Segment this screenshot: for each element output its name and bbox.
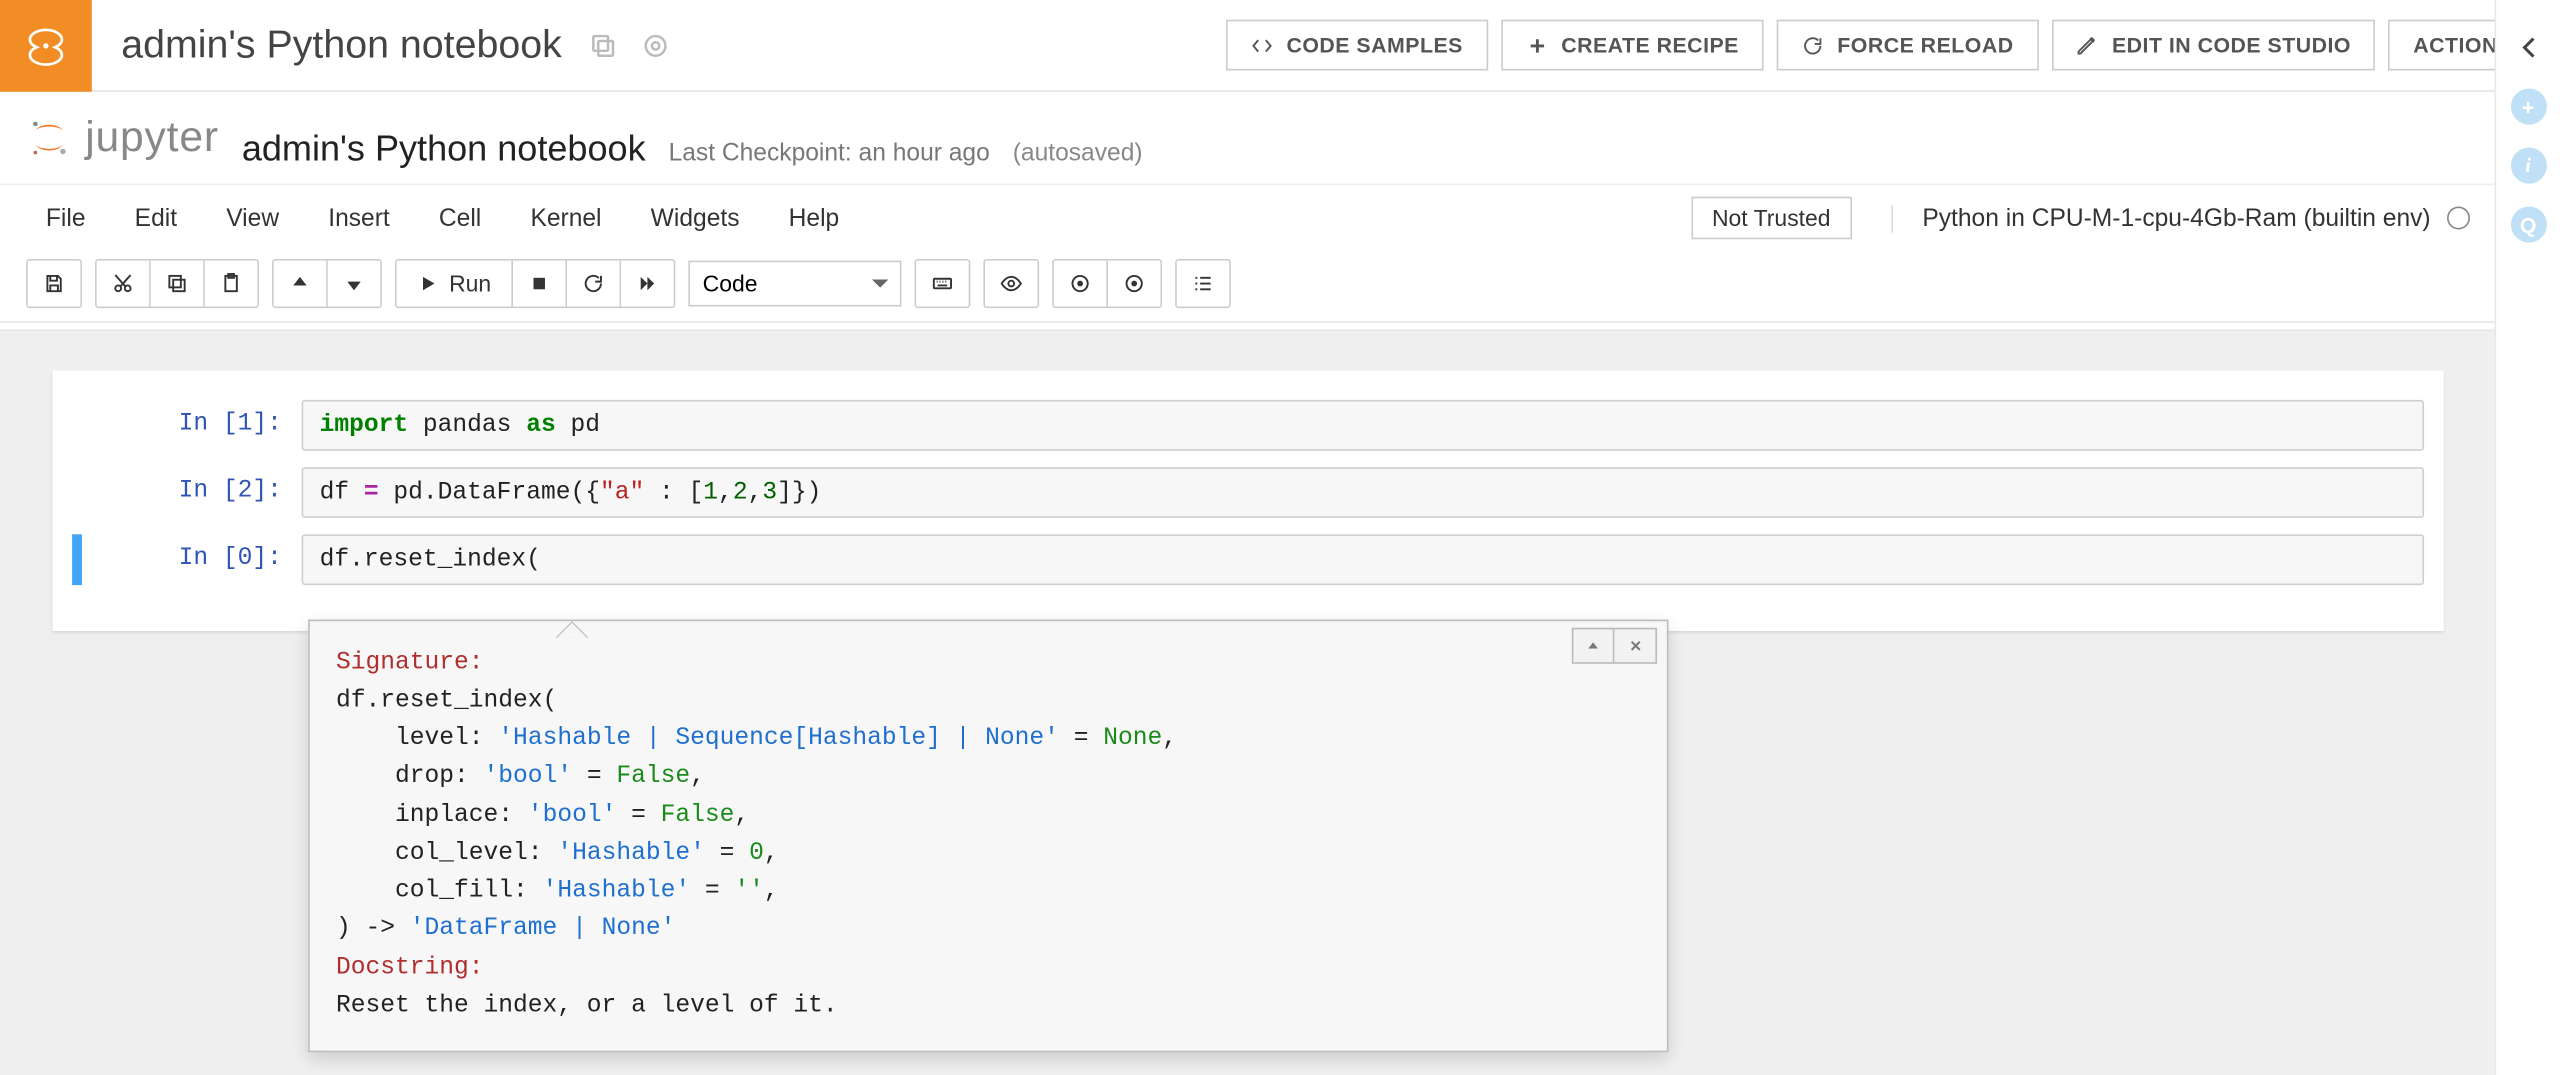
trust-badge[interactable]: Not Trusted xyxy=(1691,197,1852,240)
force-reload-label: FORCE RELOAD xyxy=(1837,33,2013,58)
pager-expand-button[interactable] xyxy=(1572,627,1615,663)
rail-chat-icon[interactable]: Q xyxy=(2510,207,2546,243)
preview-icon[interactable] xyxy=(985,260,1037,306)
cell-type-dropdown[interactable]: Code xyxy=(688,260,901,306)
restart-run-all-button[interactable] xyxy=(621,260,673,306)
pager-close-button[interactable] xyxy=(1614,627,1657,663)
menu-cell[interactable]: Cell xyxy=(419,194,501,242)
right-rail: + i Q xyxy=(2495,0,2560,1075)
variable-inspector-a-button[interactable] xyxy=(1053,260,1107,306)
paste-button[interactable] xyxy=(205,260,257,306)
notebook-area: In [1]:import pandas as pdIn [2]:df = pd… xyxy=(0,330,2496,669)
rail-info-icon[interactable]: i xyxy=(2510,148,2546,184)
cut-button[interactable] xyxy=(97,260,151,306)
kernel-idle-icon xyxy=(2447,207,2470,230)
jupyter-logo[interactable]: jupyter xyxy=(26,111,219,162)
cell-input[interactable]: df.reset_index( xyxy=(302,533,2425,584)
cell-prompt: In [0]: xyxy=(72,533,301,584)
kernel-name-text: Python in CPU-M-1-cpu-4Gb-Ram (builtin e… xyxy=(1922,204,2430,232)
menu-view[interactable]: View xyxy=(207,194,299,242)
checkpoint-text: Last Checkpoint: an hour ago xyxy=(669,138,990,166)
run-label: Run xyxy=(449,270,491,296)
menu-insert[interactable]: Insert xyxy=(309,194,410,242)
cell-prompt: In [1]: xyxy=(72,399,301,450)
keyboard-icon[interactable] xyxy=(916,260,968,306)
menu-help[interactable]: Help xyxy=(769,194,859,242)
menu-edit[interactable]: Edit xyxy=(115,194,197,242)
notebook-sheet: In [1]:import pandas as pdIn [2]:df = pd… xyxy=(52,370,2443,631)
app-bar: admin's Python notebook CODE SAMPLES CRE… xyxy=(0,0,2560,92)
interrupt-button[interactable] xyxy=(512,260,566,306)
page-title: admin's Python notebook xyxy=(121,22,562,68)
edit-code-studio-button[interactable]: EDIT IN CODE STUDIO xyxy=(2051,20,2375,71)
jupyter-logo-icon xyxy=(26,114,72,160)
jupyter-logo-text: jupyter xyxy=(85,111,219,162)
rail-add-icon[interactable]: + xyxy=(2510,89,2546,125)
copy-cell-button[interactable] xyxy=(151,260,205,306)
cell-type-select[interactable]: Code xyxy=(688,260,901,306)
code-cell[interactable]: In [1]:import pandas as pd xyxy=(72,399,2424,450)
jupyter-menu: FileEditViewInsertCellKernelWidgetsHelp … xyxy=(0,183,2496,252)
variable-inspector-b-button[interactable] xyxy=(1107,260,1159,306)
menu-widgets[interactable]: Widgets xyxy=(631,194,759,242)
copy-icon[interactable] xyxy=(588,30,618,60)
edit-studio-label: EDIT IN CODE STUDIO xyxy=(2112,33,2351,58)
code-samples-label: CODE SAMPLES xyxy=(1286,33,1462,58)
autosave-text: (autosaved) xyxy=(1013,138,1143,166)
force-reload-button[interactable]: FORCE RELOAD xyxy=(1777,20,2039,71)
jupyter-toolbar: Run Code xyxy=(0,252,2496,322)
create-recipe-button[interactable]: CREATE RECIPE xyxy=(1501,20,1764,71)
cell-input[interactable]: import pandas as pd xyxy=(302,399,2425,450)
menu-kernel[interactable]: Kernel xyxy=(511,194,621,242)
notebook-title[interactable]: admin's Python notebook xyxy=(242,127,646,170)
command-palette-button[interactable] xyxy=(1176,260,1228,306)
jupyter-header: jupyter admin's Python notebook Last Che… xyxy=(0,92,2496,330)
code-cell[interactable]: In [0]:df.reset_index( xyxy=(72,533,2424,584)
app-logo-icon xyxy=(0,0,92,91)
move-down-button[interactable] xyxy=(328,260,380,306)
kernel-indicator[interactable]: Python in CPU-M-1-cpu-4Gb-Ram (builtin e… xyxy=(1891,204,2470,232)
cell-prompt: In [2]: xyxy=(72,466,301,517)
code-samples-button[interactable]: CODE SAMPLES xyxy=(1226,20,1488,71)
code-cell[interactable]: In [2]:df = pd.DataFrame({"a" : [1,2,3]}… xyxy=(72,466,2424,517)
restart-button[interactable] xyxy=(567,260,621,306)
move-up-button[interactable] xyxy=(274,260,328,306)
back-arrow-icon[interactable] xyxy=(2510,30,2546,66)
menu-file[interactable]: File xyxy=(26,194,105,242)
cell-input[interactable]: df = pd.DataFrame({"a" : [1,2,3]}) xyxy=(302,466,2425,517)
run-button[interactable]: Run xyxy=(397,260,513,306)
save-button[interactable] xyxy=(28,260,80,306)
docstring-pager: Signature: df.reset_index( level: 'Hasha… xyxy=(308,619,1668,1053)
target-icon[interactable] xyxy=(640,30,670,60)
app-actions: CODE SAMPLES CREATE RECIPE FORCE RELOAD … xyxy=(1226,20,2560,71)
create-recipe-label: CREATE RECIPE xyxy=(1561,33,1739,58)
